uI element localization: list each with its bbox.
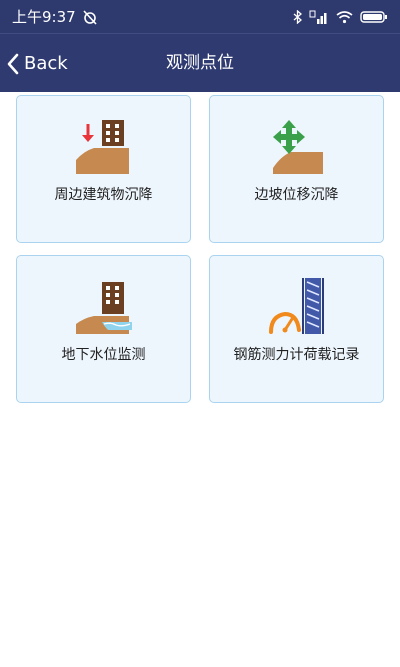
card-rebar-load[interactable]: 钢筋测力计荷载记录 (209, 255, 384, 403)
card-label: 地下水位监测 (61, 347, 146, 363)
groundwater-level-icon (75, 282, 132, 334)
back-label: Back (24, 53, 68, 74)
nav-bar: Back 观测点位 (0, 33, 400, 92)
bluetooth-icon (293, 9, 302, 24)
alarm-off-icon (83, 9, 97, 25)
card-building-settlement[interactable]: 周边建筑物沉降 (16, 95, 191, 243)
back-button[interactable]: Back (6, 34, 68, 93)
card-label: 周边建筑物沉降 (54, 187, 153, 203)
building-settlement-icon (75, 120, 129, 174)
slope-displacement-icon (272, 120, 323, 174)
signal-icon (309, 10, 327, 24)
card-groundwater-level[interactable]: 地下水位监测 (16, 255, 191, 403)
card-label: 钢筋测力计荷载记录 (233, 347, 360, 363)
chevron-left-icon (7, 53, 19, 74)
rebar-load-icon (268, 278, 324, 334)
wifi-icon (336, 10, 353, 23)
clock: 上午9:37 (12, 8, 76, 26)
battery-icon (360, 10, 387, 23)
status-bar: 上午9:37 (0, 0, 400, 33)
card-label: 边坡位移沉降 (254, 187, 339, 203)
card-slope-displacement[interactable]: 边坡位移沉降 (209, 95, 384, 243)
